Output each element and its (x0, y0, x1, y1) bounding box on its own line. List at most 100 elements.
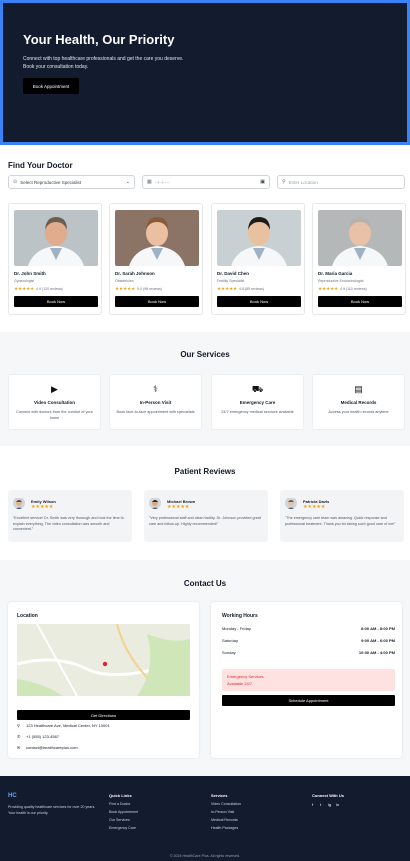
footer-link[interactable]: Emergency Care (109, 826, 136, 830)
medical-file-icon: ▤ (354, 384, 363, 394)
emergency-box: Emergency Services Available 24/7 (222, 669, 395, 691)
hours-day: Saturday (222, 638, 239, 643)
rating-stars-icon: ★★★★★ (318, 286, 339, 291)
doctor-photo (318, 210, 402, 266)
service-card[interactable]: ▶ Video Consultation Connect with doctors … (8, 374, 101, 430)
location-map[interactable] (17, 624, 190, 696)
working-hours-card: Working Hours Monday - Friday 8:00 AM - 8… (211, 602, 402, 758)
facebook-icon[interactable]: f (312, 802, 313, 807)
doctor-specialty: Fertility Specialist (217, 279, 245, 283)
book-appointment-button[interactable]: Book Appointment (23, 78, 79, 94)
service-card[interactable]: ⛟ Emergency Care 24/7 emergency medical se… (211, 374, 304, 430)
date-placeholder: --/--/---- (154, 179, 170, 185)
doctor-portrait (14, 210, 98, 266)
doctor-rating: ★★★★★ 4.9 (120 reviews) (14, 286, 63, 292)
address-row: ⚲ 123 Healthcare Ave, Medical Center, NY … (17, 723, 110, 728)
service-title: Emergency Care (239, 400, 276, 405)
review-text: "The emergency care team was amazing. Qu… (285, 516, 396, 526)
doctor-portrait (115, 210, 199, 266)
doctor-specialty: Gynecologist (14, 279, 35, 283)
book-now-button[interactable]: Book Now (115, 296, 199, 307)
reviews-title: Patient Reviews (174, 467, 236, 476)
service-card[interactable]: ▤ Medical Records Access your health recor… (312, 374, 405, 430)
copyright: © 2024 HealthCare Plus. All rights reser… (169, 854, 241, 858)
hero-subtitle: Connect with top healthcare professional… (23, 56, 184, 70)
linkedin-icon[interactable]: in (336, 802, 339, 807)
hours-time: 8:00 AM - 8:00 PM (361, 626, 395, 631)
footer-service-link[interactable]: Video Consultation (211, 802, 241, 806)
hours-day: Sunday (222, 650, 236, 655)
footer-link[interactable]: Book Appointment (109, 810, 138, 814)
doctor-rating: ★★★★★ 5.0 (98 reviews) (115, 286, 162, 292)
service-card[interactable]: ⚕ In-Person Visit Book face-to-face appoin… (109, 374, 202, 430)
email-text[interactable]: contact@healthcareplus.com (26, 745, 78, 750)
book-now-button[interactable]: Book Now (14, 296, 98, 307)
doctor-card: Dr. David Chen Fertility Specialist ★★★★★ 4… (211, 203, 305, 315)
logo-icon[interactable]: HC (8, 793, 17, 799)
doctor-rating: ★★★★★ 4.8 (85 reviews) (217, 286, 264, 292)
footer-link[interactable]: Our Services (109, 818, 130, 822)
hero-title: Your Health, Our Priority (23, 32, 175, 47)
rating-text: 4.9 (110 reviews) (340, 287, 367, 291)
schedule-appointment-button[interactable]: Schedule Appointment (222, 695, 395, 706)
calendar-icon: ▦ (147, 179, 152, 185)
rating-stars-icon: ★★★★★ (303, 504, 326, 510)
phone-text[interactable]: +1 (555) 123-4567 (26, 734, 59, 739)
quick-links-title: Quick Links (109, 793, 132, 798)
location-input[interactable]: ⚲ Enter Location (277, 175, 405, 189)
doctor-name: Dr. Maria Garcia (318, 271, 353, 276)
specialist-select[interactable]: ⊙ Select Reproductive Specialist ⌄ (8, 175, 135, 189)
footer-service-link[interactable]: Medical Records (211, 818, 238, 822)
review-text: "Very professional staff and clean facil… (149, 516, 261, 526)
instagram-icon[interactable]: ig (328, 802, 331, 807)
get-directions-button[interactable]: Get Directions (17, 710, 190, 720)
doctor-card: Dr. Maria Garcia Reproductive Endocrinolo… (312, 203, 406, 315)
ambulance-icon: ⛟ (251, 384, 264, 394)
connect-title: Connect With Us (312, 793, 344, 798)
book-now-button[interactable]: Book Now (318, 296, 402, 307)
rating-text: 5.0 (98 reviews) (137, 287, 163, 291)
doctor-photo (14, 210, 98, 266)
review-card: Patricia Davis ★★★★★ "The emergency care t… (280, 490, 404, 542)
doctor-name: Dr. John Smith (14, 271, 46, 276)
location-card: Location Get Directions ⚲ 123 Healthcare … (8, 602, 199, 758)
service-title: In-Person Visit (139, 400, 172, 405)
date-input[interactable]: ▦ --/--/---- ▣ (142, 175, 270, 189)
doctor-card: Dr. Sarah Johnson Obstetrician ★★★★★ 5.0 (9… (109, 203, 203, 315)
specialist-select-value: Select Reproductive Specialist (20, 179, 81, 185)
service-title: Video Consultation (34, 400, 75, 405)
doctor-rating: ★★★★★ 4.9 (110 reviews) (318, 286, 367, 292)
review-card: Michael Brown ★★★★★ "Very professional sta… (144, 490, 268, 542)
address-text: 123 Healthcare Ave, Medical Center, NY 1… (26, 723, 110, 728)
review-text: "Excellent service! Dr. Smith was very t… (13, 516, 124, 532)
calendar-picker-icon[interactable]: ▣ (260, 179, 265, 185)
emergency-sub: Available 24/7 (227, 681, 253, 686)
hours-day: Monday - Friday (222, 626, 251, 631)
footer-tagline: Providing quality healthcare services fo… (8, 805, 96, 815)
footer-service-link[interactable]: In-Person Visit (211, 810, 234, 814)
service-title: Medical Records (340, 400, 377, 405)
find-doctor-title: Find Your Doctor (8, 161, 73, 170)
doctor-name: Dr. Sarah Johnson (115, 271, 155, 276)
email-icon: ✉ (17, 745, 21, 750)
hours-time: 9:00 AM - 6:00 PM (361, 638, 395, 643)
rating-stars-icon: ★★★★★ (115, 286, 136, 291)
footer-link[interactable]: Find a Doctor (109, 802, 131, 806)
rating-text: 4.9 (120 reviews) (36, 287, 64, 291)
book-now-button[interactable]: Book Now (217, 296, 301, 307)
twitter-icon[interactable]: t (320, 802, 321, 807)
services-title: Our Services (180, 350, 230, 359)
contact-title: Contact Us (183, 579, 227, 588)
working-hours-title: Working Hours (222, 613, 258, 619)
video-camera-icon: ▶ (51, 384, 58, 394)
service-desc: Book face-to-face appointment with speci… (116, 410, 195, 414)
rating-stars-icon: ★★★★★ (217, 286, 238, 291)
service-desc: 24/7 emergency medical services availabl… (221, 410, 294, 414)
location-pin-icon: ⚲ (282, 179, 286, 185)
rating-stars-icon: ★★★★★ (14, 286, 35, 291)
service-desc: Access your health records anytime (328, 410, 389, 414)
footer: HC Providing quality healthcare services… (0, 776, 410, 861)
footer-service-link[interactable]: Health Packages (211, 826, 238, 830)
email-row: ✉ contact@healthcareplus.com (17, 745, 78, 750)
doctor-portrait (318, 210, 402, 266)
